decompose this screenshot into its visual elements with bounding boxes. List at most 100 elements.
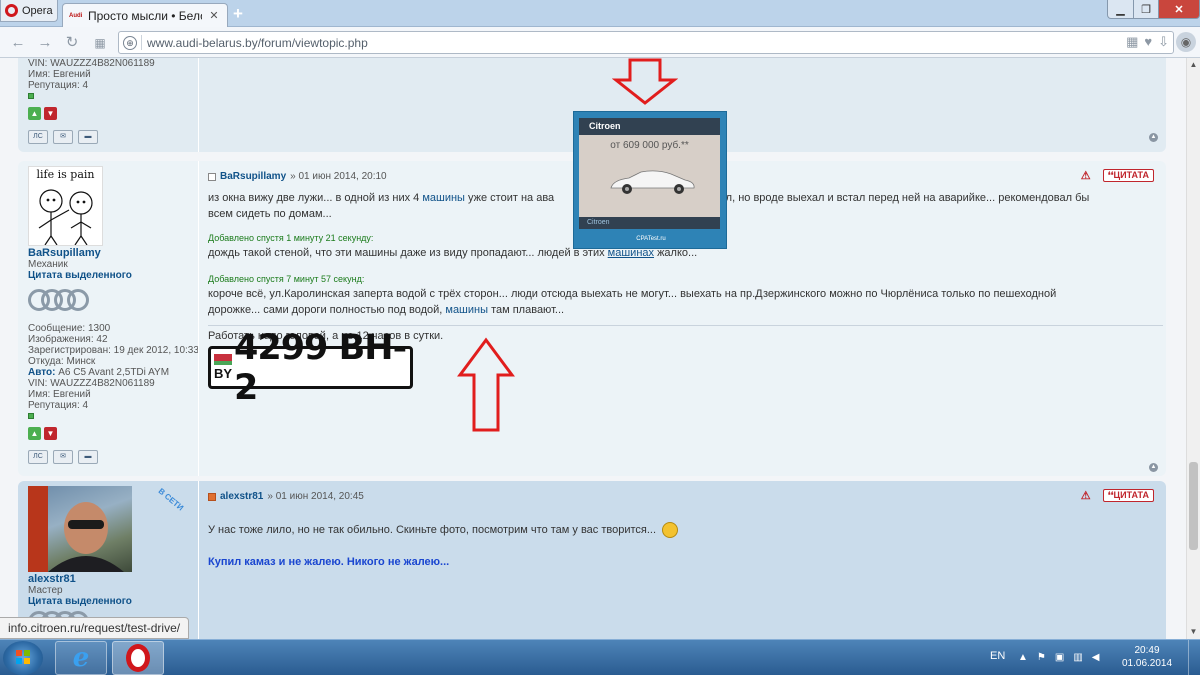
user-photo	[28, 486, 124, 572]
window-maximize-button[interactable]: ❐	[1133, 0, 1159, 19]
thumbs-up-icon[interactable]: ▲	[28, 107, 41, 120]
tab-title: Просто мысли • Белорус	[88, 8, 202, 23]
heart-icon[interactable]: ♥	[1144, 34, 1152, 50]
ad-source[interactable]: CPATest.ru	[574, 236, 728, 242]
license-plate: BY 4299 BH-2	[208, 328, 413, 408]
thumbs-down-icon[interactable]: ▼	[44, 107, 57, 120]
stat-messages: Сообщение: 1300	[28, 323, 111, 334]
ad-price: от 609 000 руб.**	[610, 140, 689, 151]
back-arrow-icon[interactable]: ←	[8, 33, 28, 53]
browser-nav-bar: ← → ↻ ▦ ⊕ www.audi-belarus.by/forum/view…	[0, 27, 1200, 58]
stat-registered: Зарегистрирован: 19 дек 2012, 10:33	[28, 345, 199, 356]
quote-selected-link[interactable]: Цитата выделенного	[28, 596, 200, 607]
email-icon[interactable]: ✉	[53, 450, 73, 464]
window-minimize-button[interactable]: ▁	[1107, 0, 1134, 19]
new-tab-button[interactable]: +	[233, 4, 243, 24]
ad-brand: Citroen	[579, 118, 720, 135]
report-icon[interactable]: ⚠	[1079, 490, 1093, 502]
post-actions: ⚠ ❛❛ЦИТАТА	[1079, 489, 1154, 502]
start-button[interactable]	[3, 641, 43, 675]
back-to-top-icon[interactable]: ▲	[1149, 463, 1158, 472]
website-icon[interactable]: ▬	[78, 130, 98, 144]
scroll-down-icon[interactable]: ▼	[1187, 625, 1200, 639]
network-icon[interactable]: ▥	[1073, 652, 1082, 663]
post-author-link[interactable]: BaRsupillamy	[220, 171, 286, 182]
opera-menu-button[interactable]: Opera	[0, 0, 58, 22]
quote-button[interactable]: ❛❛ЦИТАТА	[1102, 169, 1154, 182]
opera-logo-icon	[5, 4, 18, 17]
report-icon[interactable]: ⚠	[1079, 170, 1093, 182]
opera-menu-label: Opera	[22, 4, 53, 17]
post-icon-unread[interactable]	[208, 492, 216, 501]
scroll-thumb[interactable]	[1189, 462, 1198, 550]
taskbar-ie-button[interactable]: e	[55, 641, 107, 675]
download-icon[interactable]: ⇩	[1158, 34, 1169, 50]
username-link[interactable]: alexstr81	[28, 574, 200, 585]
audi-rings-icon	[28, 289, 90, 311]
forward-arrow-icon[interactable]: →	[35, 33, 55, 53]
device-icon[interactable]: ▣	[1055, 652, 1064, 663]
post-author-link[interactable]: alexstr81	[220, 491, 263, 502]
internet-explorer-icon: e	[72, 643, 90, 673]
private-message-icon[interactable]: ЛС	[28, 130, 48, 144]
vote-buttons: ▲ ▼	[28, 427, 200, 440]
website-icon[interactable]: ▬	[78, 450, 98, 464]
down-arrow-annotation	[612, 58, 678, 105]
clock-time: 20:49	[1134, 645, 1160, 656]
contact-buttons: ЛС ✉ ▬	[28, 130, 200, 144]
stat-vin: VIN: WAUZZZ4B82N061189	[28, 378, 155, 389]
reload-icon[interactable]: ↻	[62, 33, 82, 53]
language-indicator[interactable]: EN	[990, 650, 1005, 662]
address-url[interactable]: www.audi-belarus.by/forum/viewtopic.php	[147, 36, 368, 50]
back-to-top-icon[interactable]: ▲	[1149, 133, 1158, 142]
speed-dial-add-icon[interactable]: ▦	[1126, 34, 1138, 50]
post-date: » 01 июн 2014, 20:45	[267, 491, 364, 502]
window-close-button[interactable]: ✕	[1158, 0, 1200, 19]
private-message-icon[interactable]: ЛС	[28, 450, 48, 464]
stat-car: Авто: A6 C5 Avant 2,5TDi AYM	[28, 367, 170, 378]
address-separator	[141, 35, 142, 50]
email-icon[interactable]: ✉	[53, 130, 73, 144]
scroll-up-icon[interactable]: ▲	[1187, 58, 1200, 72]
stat-images: Изображения: 42	[28, 334, 108, 345]
quote-selected-link[interactable]: Цитата выделенного	[28, 270, 200, 281]
post-icon[interactable]	[208, 172, 216, 181]
avatar[interactable]: life is pain	[28, 166, 103, 246]
avatar[interactable]	[28, 486, 132, 572]
taskbar-opera-button[interactable]	[112, 641, 164, 675]
volume-icon[interactable]: ◀	[1092, 652, 1100, 663]
quote-button[interactable]: ❛❛ЦИТАТА	[1102, 489, 1154, 502]
column-divider	[198, 58, 199, 152]
windows-taskbar: e EN ▲ ⚑ ▣ ▥ ◀ 20:49 01.06.2014	[0, 639, 1200, 675]
added-later-note: Добавлено спустя 7 минут 57 секунд:	[208, 274, 365, 284]
post-body: alexstr81 » 01 июн 2014, 20:45 У нас тож…	[208, 491, 1163, 568]
thumbs-up-icon[interactable]: ▲	[28, 427, 41, 440]
citroen-ad-popup[interactable]: Citroen от 609 000 руб.** Citroen CPATes…	[573, 111, 727, 249]
show-hidden-icons-icon[interactable]: ▲	[1018, 652, 1028, 663]
inline-ad-link[interactable]: машины	[445, 304, 488, 316]
address-bar[interactable]: ⊕ www.audi-belarus.by/forum/viewtopic.ph…	[118, 31, 1174, 54]
user-rank: Механик	[28, 259, 68, 270]
stat-location: Откуда: Минск	[28, 356, 96, 367]
ad-banner[interactable]: Citroen от 609 000 руб.** Citroen	[579, 118, 720, 229]
show-desktop-button[interactable]	[1188, 640, 1200, 675]
flag-icon[interactable]: ⚑	[1037, 652, 1046, 663]
tab-close-icon[interactable]: ✕	[207, 9, 221, 22]
post-signature: Работать надо головой, а не 12 часов в с…	[208, 325, 1163, 408]
thumbs-down-icon[interactable]: ▼	[44, 427, 57, 440]
up-arrow-annotation	[457, 337, 515, 432]
opera-account-icon[interactable]: ◉	[1176, 32, 1196, 52]
system-clock[interactable]: 20:49 01.06.2014	[1122, 644, 1172, 670]
post-profile: life is pain BaRsupillamy Механик Цитата…	[28, 166, 200, 464]
contact-buttons: ЛС ✉ ▬	[28, 450, 200, 464]
reputation-dot	[28, 93, 34, 99]
clock-date: 01.06.2014	[1122, 658, 1173, 669]
inline-ad-link[interactable]: машины	[422, 192, 465, 204]
online-badge: В СЕТИ	[156, 486, 186, 513]
page-scrollbar[interactable]: ▲ ▼	[1186, 58, 1200, 639]
username-link[interactable]: BaRsupillamy	[28, 248, 200, 259]
profile-vin: VIN: WAUZZZ4B82N061189	[28, 58, 155, 69]
browser-tab-active[interactable]: Audi Просто мысли • Белорус ✕	[62, 3, 228, 27]
speed-dial-grid-icon[interactable]: ▦	[90, 33, 110, 53]
post-text: У нас тоже лило, но не так обильно. Скин…	[208, 522, 1163, 539]
